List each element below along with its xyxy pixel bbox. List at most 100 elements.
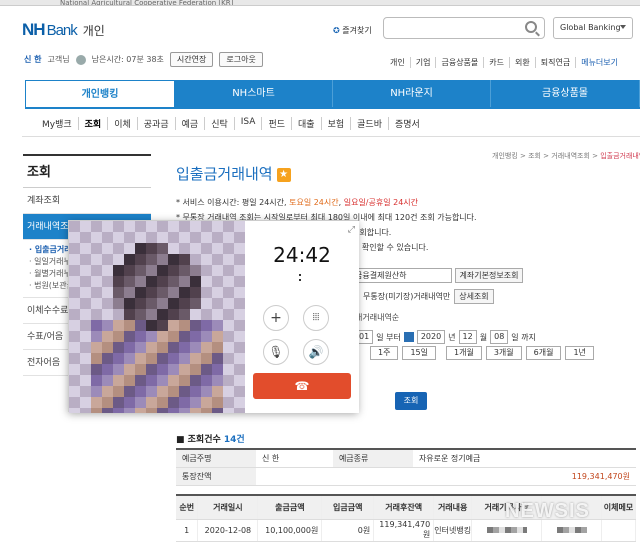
gnb-product-mall[interactable]: 금융상품몰 — [491, 80, 640, 108]
util-personal[interactable]: 개인 — [385, 57, 410, 68]
session-time-left: 남은시간: 07분 38초 — [91, 55, 164, 64]
pixelated-caller-photo — [69, 221, 245, 413]
page-title: 입출금거래내역 ★ — [176, 163, 291, 184]
brand-logo[interactable]: NH Bank 개인 — [22, 20, 105, 40]
expand-icon[interactable]: ⤢ — [348, 225, 355, 235]
date-range: 01 일 부터 2020 년 12 월 08 일 까지 — [355, 330, 536, 344]
sub-my-bank[interactable]: My뱅크 — [42, 117, 78, 130]
sub-loan[interactable]: 대출 — [291, 117, 321, 130]
add-call-button[interactable]: + — [263, 305, 289, 331]
sub-insurance[interactable]: 보험 — [320, 117, 351, 130]
end-call-button[interactable]: ☎ — [253, 373, 351, 399]
clock-icon — [75, 54, 86, 65]
mute-button[interactable]: 🎙 — [263, 339, 289, 365]
cell-type: 인터넷뱅킹 — [433, 519, 473, 542]
col-deposit[interactable]: 입금금액 — [321, 495, 375, 520]
call-control-panel: ⤢ 24:42 + ⦙⦙⦙ 🎙 🔊 ☎ — [245, 221, 359, 413]
favorites-link[interactable]: ✪ 즐겨찾기 — [333, 25, 372, 36]
global-nav: 개인뱅킹 NH스마트 NH라운지 금융상품몰 — [25, 80, 640, 108]
account-info-button[interactable]: 계좌기본정보조회 — [455, 268, 523, 283]
owner-value: 신 한 — [256, 449, 333, 468]
logout-button[interactable]: 로그아웃 — [219, 52, 263, 67]
period-1month[interactable]: 1개월 — [446, 346, 482, 360]
period-3months[interactable]: 3개월 — [485, 346, 522, 360]
gnb-nh-lounge[interactable]: NH라운지 — [333, 80, 491, 108]
period-6months[interactable]: 6개월 — [525, 346, 562, 360]
user-suffix: 고객님 — [47, 55, 70, 64]
col-balance[interactable]: 거래후잔액 — [373, 495, 435, 520]
cell-deposit: 0원 — [321, 519, 375, 542]
account-select[interactable]: 금융결제원산하 — [350, 268, 452, 283]
lnb-account-inquiry[interactable]: 계좌조회 — [23, 188, 151, 214]
cell-withdraw: 10,100,000원 — [257, 519, 323, 542]
gnb-personal-banking[interactable]: 개인뱅킹 — [25, 80, 175, 108]
search-input[interactable] — [383, 17, 545, 39]
detail-inquiry-button[interactable]: 상세조회 — [454, 289, 494, 304]
quick-period-buttons: 1주 15일 1개월 3개월 6개월 1년 — [370, 346, 594, 360]
keypad-button[interactable]: ⦙⦙⦙ — [303, 305, 329, 331]
period-1year[interactable]: 1년 — [565, 346, 594, 360]
gnb-nh-smart[interactable]: NH스마트 — [175, 80, 333, 108]
divider — [22, 136, 640, 137]
inquiry-button[interactable]: 조회 — [395, 392, 427, 410]
calendar-icon[interactable] — [403, 332, 414, 342]
passbook-radio-label: 무통장(미기장)거래내역만 — [363, 292, 451, 301]
user-session-bar: 신 한 고객님 남은시간: 07분 38초 시간연장 로그아웃 — [24, 52, 263, 67]
cell-seq: 1 — [176, 519, 199, 542]
end-day-select[interactable]: 08 — [490, 330, 509, 344]
col-datetime[interactable]: 거래일시 — [197, 495, 259, 520]
phone-hangup-icon: ☎ — [294, 379, 310, 393]
account-summary-table: 예금주명 신 한 예금종류 자유로운 정기예금 통장잔액 119,341,470… — [176, 448, 636, 486]
sub-utility-bill[interactable]: 공과금 — [136, 117, 175, 130]
col-type: 거래내용 — [433, 495, 473, 520]
sort-order-label: 래거래내역순 — [355, 313, 400, 322]
end-year-select[interactable]: 2020 — [416, 330, 446, 344]
newsis-watermark: NEWSIS — [505, 500, 590, 522]
user-name: 신 한 — [24, 55, 42, 64]
col-memo: 이체메모 — [601, 495, 637, 520]
util-more-menu[interactable]: 메뉴더보기 — [575, 57, 623, 68]
result-count: ■ 조회건수 14건 — [176, 435, 245, 445]
col-seq: 순번 — [176, 495, 199, 520]
period-15days[interactable]: 15일 — [402, 346, 436, 360]
sub-transfer[interactable]: 이체 — [107, 117, 137, 130]
favorite-star-icon[interactable]: ★ — [276, 167, 291, 182]
speaker-button[interactable]: 🔊 — [303, 339, 329, 365]
sub-inquiry[interactable]: 조회 — [77, 117, 108, 130]
util-products[interactable]: 금융상품몰 — [435, 57, 483, 68]
global-banking-select[interactable]: Global Banking — [553, 17, 633, 39]
breadcrumb: 개인뱅킹 > 조회 > 거래내역조회 > 입출금거래내역 — [492, 152, 640, 160]
col-withdraw[interactable]: 출금금액 — [257, 495, 323, 520]
from-label: 일 부터 — [376, 332, 401, 342]
year-label: 년 — [448, 332, 456, 342]
filter-row: 무통장(미기장)거래내역만 상세조회 — [350, 289, 494, 304]
lnb-title: 조회 — [23, 154, 151, 188]
sub-certificate[interactable]: 증명서 — [387, 117, 426, 130]
until-label: 일 까지 — [511, 332, 536, 342]
call-timer: 24:42 — [273, 243, 331, 267]
period-1week[interactable]: 1주 — [370, 346, 399, 360]
util-fx[interactable]: 외환 — [509, 57, 535, 68]
month-label: 월 — [479, 332, 488, 342]
end-month-select[interactable]: 12 — [458, 330, 477, 344]
cell-balance: 119,341,470원 — [373, 519, 435, 542]
sub-fund[interactable]: 펀드 — [261, 117, 291, 130]
owner-header: 예금주명 — [176, 449, 256, 468]
balance-value: 119,341,470원 — [256, 467, 636, 486]
cell-date: 2020-12-08 — [197, 519, 259, 542]
util-pension[interactable]: 퇴직연금 — [534, 57, 575, 68]
extend-time-button[interactable]: 시간연장 — [169, 52, 214, 67]
type-header: 예금종류 — [332, 449, 413, 468]
sub-deposit[interactable]: 예금 — [174, 117, 205, 130]
util-corporate[interactable]: 기업 — [409, 57, 436, 68]
search-icon[interactable] — [525, 21, 537, 33]
sub-gold-bar[interactable]: 골드바 — [350, 117, 388, 130]
sub-isa[interactable]: ISA — [233, 117, 262, 130]
sub-trust[interactable]: 신탁 — [204, 117, 234, 130]
util-card[interactable]: 카드 — [483, 57, 509, 68]
browser-top-strip: National Agricultural Cooperative Federa… — [0, 0, 640, 6]
balance-header: 통장잔액 — [176, 467, 256, 486]
type-value: 자유로운 정기예금 — [412, 449, 636, 468]
signal-dots-icon — [299, 274, 304, 282]
video-call-overlay: ⤢ 24:42 + ⦙⦙⦙ 🎙 🔊 ☎ — [68, 220, 359, 413]
